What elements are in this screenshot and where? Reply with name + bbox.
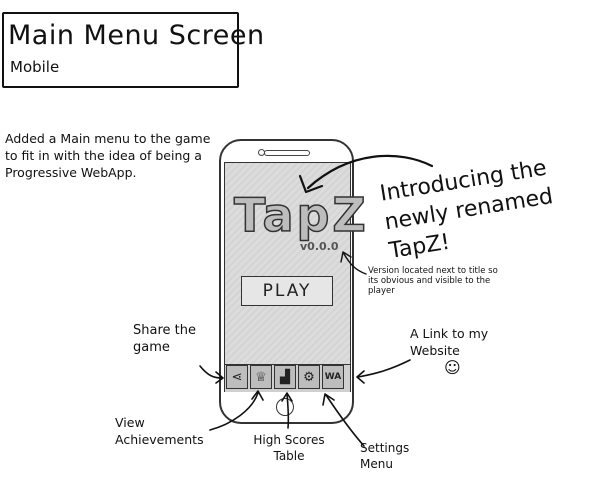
achievements-annotation: View Achievements [115,415,204,447]
scores-annotation: High Scores Table [253,433,325,463]
settings-annotation: Settings Menu [360,441,410,471]
arrow-version [343,253,367,275]
arrow-website [357,359,411,378]
version-annotation: Version located next to title so its obv… [368,266,498,296]
arrow-scores [286,393,290,429]
arrow-share [199,365,223,379]
website-annotation: A Link to my Website [410,326,489,358]
smiley-icon: ☺ [444,358,461,377]
arrow-achievements [209,392,259,431]
share-annotation: Share the game [133,323,196,355]
arrow-settings [325,394,365,447]
